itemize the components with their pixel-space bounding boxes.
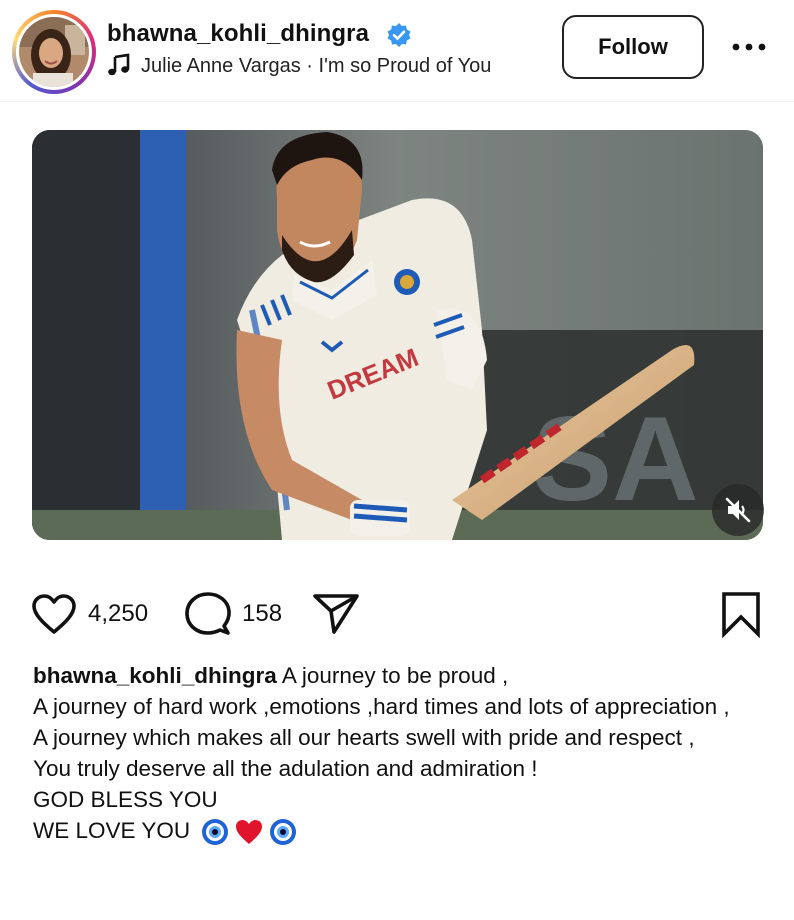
avatar[interactable] <box>19 17 89 87</box>
comment-icon[interactable] <box>184 590 232 638</box>
cricketer-photo: SA DREAM <box>32 130 763 540</box>
evil-eye-icon <box>202 819 229 846</box>
username[interactable]: bhawna_kohli_dhingra <box>107 20 369 48</box>
comment-count[interactable]: 158 <box>242 600 282 628</box>
story-ring[interactable] <box>12 10 96 94</box>
mute-button[interactable] <box>712 484 764 536</box>
caption-line: A journey which makes all our hearts swe… <box>33 725 695 750</box>
muted-speaker-icon <box>725 497 751 523</box>
post-caption: bhawna_kohli_dhingra A journey to be pro… <box>33 660 753 847</box>
more-options-icon[interactable] <box>731 40 767 54</box>
verified-badge-icon <box>387 23 411 47</box>
caption-line: A journey to be proud , <box>281 663 509 688</box>
heart-icon[interactable] <box>30 592 78 636</box>
red-heart-icon <box>236 820 263 845</box>
post-media[interactable]: SA DREAM <box>32 130 763 540</box>
share-icon[interactable] <box>312 592 360 636</box>
bookmark-icon[interactable] <box>718 590 764 638</box>
caption-username[interactable]: bhawna_kohli_dhingra <box>33 663 277 688</box>
follow-button[interactable]: Follow <box>562 15 704 79</box>
caption-line: You truly deserve all the adulation and … <box>33 756 538 781</box>
post-actions: 4,250 158 <box>0 580 794 644</box>
caption-line: WE LOVE YOU <box>33 818 191 843</box>
caption-line: A journey of hard work ,emotions ,hard t… <box>33 694 730 719</box>
post-header: bhawna_kohli_dhingra Julie Anne Vargas ·… <box>0 0 794 102</box>
music-note-icon <box>108 53 130 76</box>
audio-track[interactable]: Julie Anne Vargas · I'm so Proud of You <box>141 55 491 78</box>
caption-line: GOD BLESS YOU <box>33 787 218 812</box>
evil-eye-icon <box>270 819 297 846</box>
like-count[interactable]: 4,250 <box>88 600 148 628</box>
